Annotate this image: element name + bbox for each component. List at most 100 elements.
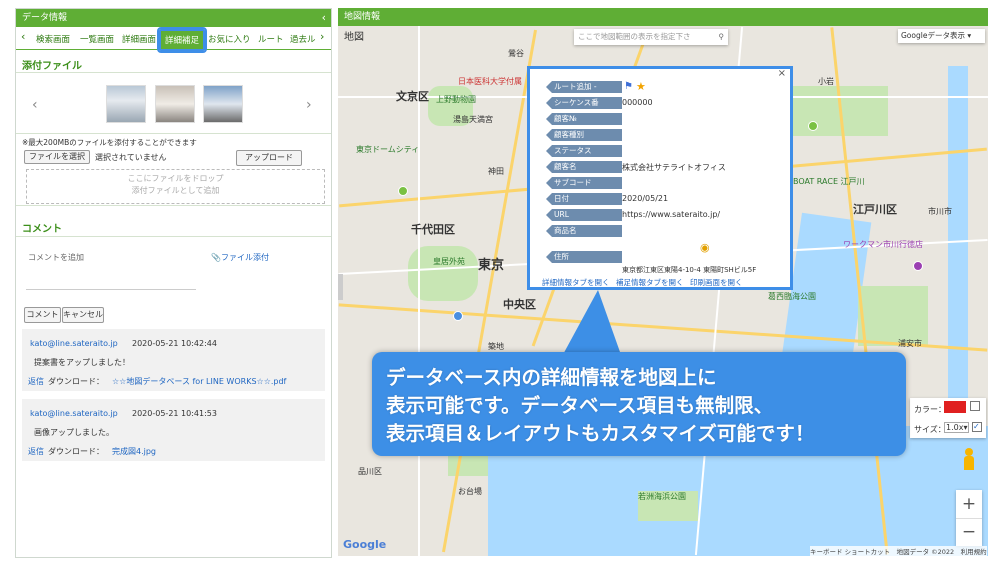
park xyxy=(778,86,888,136)
tab-list[interactable]: 一覧画面 xyxy=(80,33,114,45)
divider xyxy=(16,236,331,237)
reply-link[interactable]: 返信 xyxy=(28,446,44,457)
road xyxy=(418,26,420,556)
label-boat-race: BOAT RACE 江戸川 xyxy=(793,177,865,186)
size-value: 1.0x xyxy=(946,423,964,432)
download-file-link[interactable]: 完成図4.jpg xyxy=(112,446,156,457)
callout-line2: 表示可能です。データベース項目も無制限、 xyxy=(386,394,774,417)
google-logo: Google xyxy=(343,538,387,551)
label-edogawa: 江戸川区 xyxy=(853,203,897,216)
field-label[interactable]: ルート追加 - xyxy=(546,81,622,93)
drop-line1: ここにファイルをドロップ xyxy=(127,174,224,183)
field-label: ステータス xyxy=(546,145,622,157)
size-checkbox[interactable]: ✓ xyxy=(972,422,982,432)
map-marker[interactable] xyxy=(808,121,818,131)
tab-search[interactable]: 検索画面 xyxy=(36,33,70,45)
field-label: 商品名 xyxy=(546,225,622,237)
comment-author[interactable]: kato@line.sateraito.jp xyxy=(30,339,118,348)
map-search-input[interactable]: ここで地図範囲の表示を指定下さ ⚲ xyxy=(574,29,728,45)
open-detail-tab-link[interactable]: 詳細情報タブを開く xyxy=(542,277,610,288)
comment-author[interactable]: kato@line.sateraito.jp xyxy=(30,409,118,418)
comment-submit-button[interactable]: コメント xyxy=(24,307,61,323)
map-info-header: 地図情報 xyxy=(338,8,988,26)
field-value: https://www.sateraito.jp/ xyxy=(622,210,721,219)
map-pin-icon: ◉ xyxy=(700,241,710,254)
zoom-in-button[interactable]: + xyxy=(956,490,982,519)
download-file-link[interactable]: ☆☆地図データベース for LINE WORKS☆☆.pdf xyxy=(112,376,286,387)
map-type-label[interactable]: 地図 xyxy=(344,29,372,47)
color-swatch[interactable] xyxy=(944,401,966,413)
tab-detail[interactable]: 詳細画面 xyxy=(122,33,156,45)
field-label: 日付 xyxy=(546,193,622,205)
map-marker[interactable] xyxy=(913,261,923,271)
file-drop-zone[interactable]: ここにファイルをドロップ 添付ファイルとして追加 xyxy=(26,169,325,204)
open-supplement-tab-link[interactable]: 補足情報タブを開く xyxy=(616,277,684,288)
field-value: 000000 xyxy=(622,98,653,107)
street-view-pegman-icon[interactable] xyxy=(956,446,982,472)
field-label: URL xyxy=(546,209,622,221)
color-label: カラー： xyxy=(914,405,946,414)
size-label: サイズ： xyxy=(914,425,946,434)
callout-line1: データベース内の詳細情報を地図上に xyxy=(386,366,717,389)
comment-time: 2020-05-21 10:41:53 xyxy=(132,409,217,418)
data-info-panel: データ情報 ‹ ‹ 検索画面 一覧画面 詳細画面 詳細補足 お気に入り ルート … xyxy=(15,8,332,558)
tab-scroll-left-icon[interactable]: ‹ xyxy=(21,30,25,43)
upload-button[interactable]: アップロード xyxy=(236,150,302,166)
park xyxy=(858,286,928,346)
tab-past-route[interactable]: 過去ル xyxy=(290,33,316,45)
zoom-out-button[interactable]: − xyxy=(956,519,982,546)
field-label: 住所 xyxy=(546,251,622,263)
display-select[interactable]: Googleデータ表示 ▾ xyxy=(898,29,985,43)
map-footer: キーボード ショートカット 地図データ ©2022 利用規約 xyxy=(810,546,987,556)
label-bunkyo: 文京区 xyxy=(396,90,429,103)
comment-input[interactable]: コメントを追加 xyxy=(28,252,84,263)
size-select[interactable]: 1.0x▾ xyxy=(944,422,970,433)
star-icon[interactable]: ★ xyxy=(636,80,646,93)
field-value: 株式会社サテライトオフィス xyxy=(622,163,726,172)
collapse-handle[interactable] xyxy=(338,274,343,300)
attachment-thumbnail[interactable] xyxy=(203,85,243,123)
color-checkbox[interactable] xyxy=(970,401,980,411)
field-label: 顧客名 xyxy=(546,161,622,173)
open-print-link[interactable]: 印刷画面を開く xyxy=(690,277,743,288)
chevron-left-icon[interactable]: ‹ xyxy=(322,9,326,27)
tab-route[interactable]: ルート xyxy=(258,33,284,45)
comment-cancel-button[interactable]: キャンセル xyxy=(62,307,104,323)
comments-title: コメント xyxy=(22,224,62,235)
detail-popup: × ルート追加 - ⚑ ★ シーケンス番 000000 顧客№ 顧客種別 ステー… xyxy=(527,66,793,290)
tab-favorites[interactable]: お気に入り xyxy=(208,33,251,45)
field-value: 2020/05/21 xyxy=(622,194,669,203)
map-search-placeholder: ここで地図範囲の表示を指定下さ xyxy=(578,32,691,41)
label-yushima: 湯島天満宮 xyxy=(453,115,493,124)
search-icon[interactable]: ⚲ xyxy=(719,29,725,45)
field-label: シーケンス番 xyxy=(546,97,622,109)
attach-file-label: ファイル添付 xyxy=(220,253,269,262)
divider xyxy=(16,133,331,134)
choose-file-button[interactable]: ファイルを選択 xyxy=(24,150,90,164)
field-label: 顧客№ xyxy=(546,113,622,125)
next-thumb-icon[interactable]: › xyxy=(306,97,312,113)
label-koiwa: 小岩 xyxy=(818,77,834,86)
close-icon[interactable]: × xyxy=(778,68,786,79)
tab-bar: ‹ 検索画面 一覧画面 詳細画面 詳細補足 お気に入り ルート 過去ル › xyxy=(16,27,331,53)
style-controls: カラー： サイズ： 1.0x▾ ✓ xyxy=(910,398,986,438)
flag-icon[interactable]: ⚑ xyxy=(624,81,633,92)
prev-thumb-icon[interactable]: ‹ xyxy=(32,97,38,113)
field-label: 顧客種別 xyxy=(546,129,622,141)
data-info-header: データ情報 ‹ xyxy=(16,9,331,27)
label-kokyo: 皇居外苑 xyxy=(433,257,465,266)
tab-scroll-right-icon[interactable]: › xyxy=(320,30,324,43)
map-marker[interactable] xyxy=(398,186,408,196)
tab-detail-supplement[interactable]: 詳細補足 xyxy=(156,27,208,53)
attachment-thumbnail[interactable] xyxy=(106,85,146,123)
label-tokyo: 東京 xyxy=(478,258,505,273)
comment-item: kato@line.sateraito.jp 2020-05-21 10:42:… xyxy=(22,329,325,391)
callout-banner: データベース内の詳細情報を地図上に 表示可能です。データベース項目も無制限、 表… xyxy=(372,352,906,456)
attach-file-link[interactable]: 📎ファイル添付 xyxy=(211,252,269,263)
label-wakasu: 若洲海浜公園 xyxy=(638,492,686,501)
attachment-thumbnail[interactable] xyxy=(155,85,195,123)
map-marker[interactable] xyxy=(453,311,463,321)
label-kanda: 神田 xyxy=(488,167,504,176)
reply-link[interactable]: 返信 xyxy=(28,376,44,387)
label-chuo: 中央区 xyxy=(503,298,536,311)
